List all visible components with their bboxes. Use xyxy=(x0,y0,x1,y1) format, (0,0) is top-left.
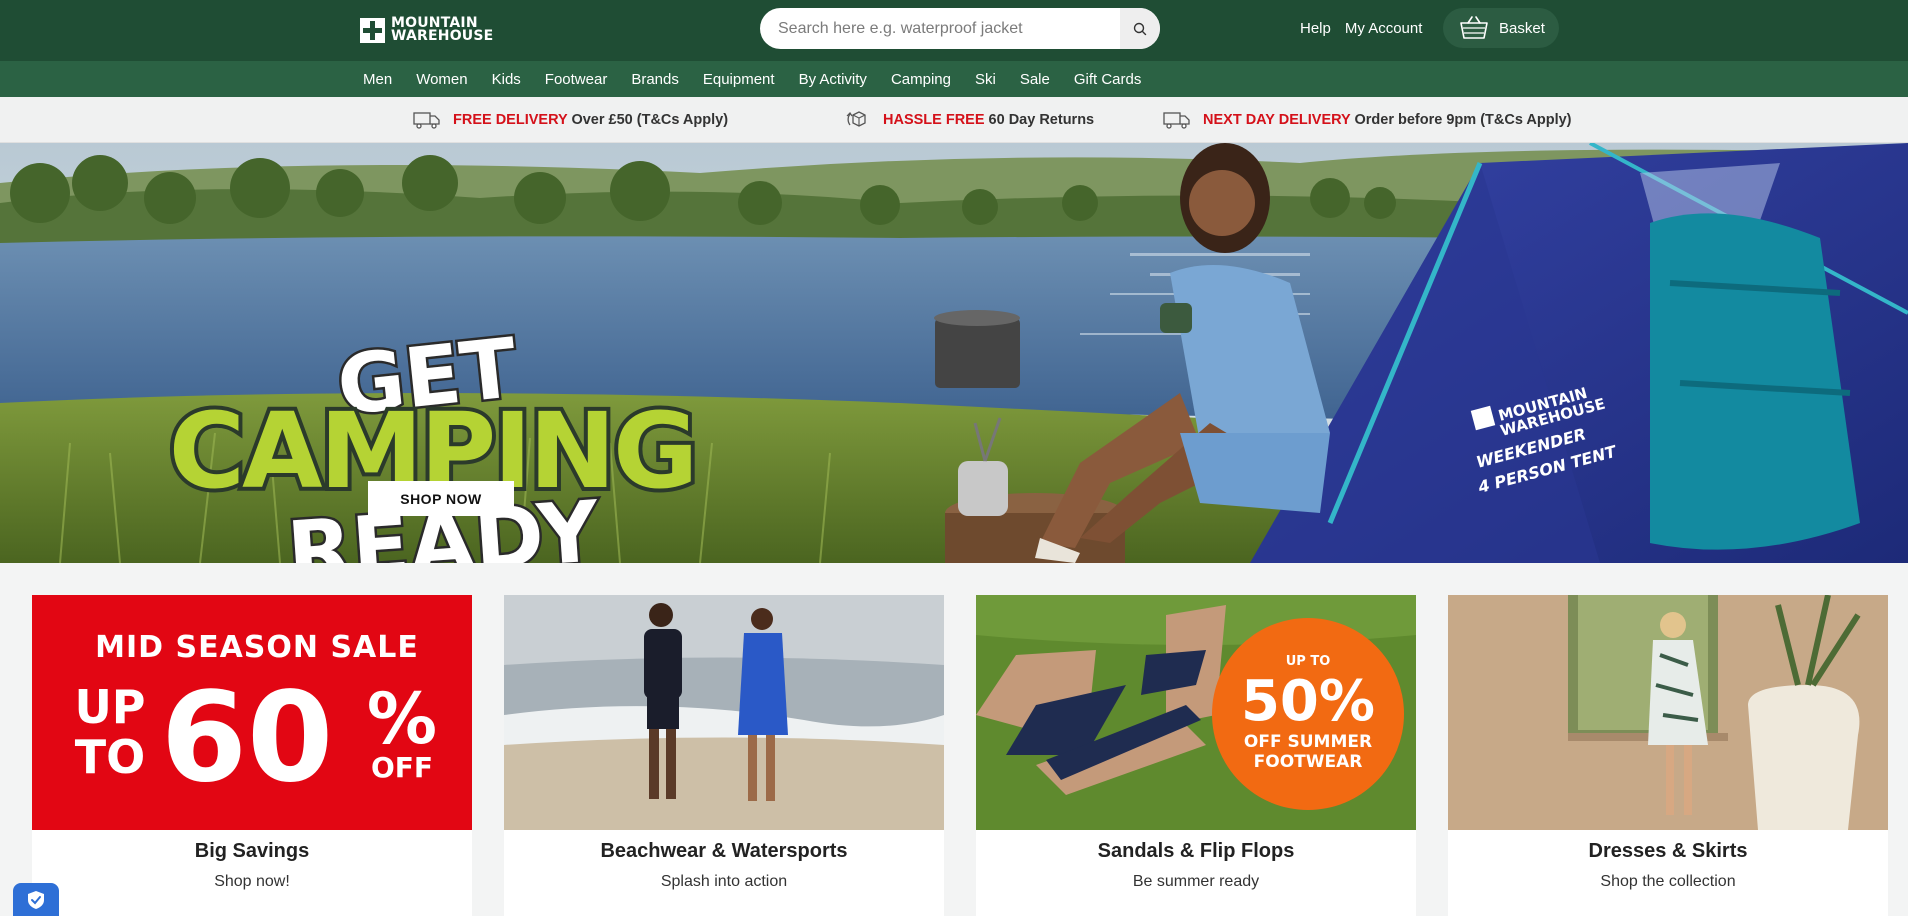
search-button[interactable] xyxy=(1120,8,1160,49)
promo-next-day-text: Order before 9pm (T&Cs Apply) xyxy=(1354,112,1572,128)
card-title: Dresses & Skirts xyxy=(1588,840,1748,862)
search-input[interactable] xyxy=(760,8,1120,49)
sale-percent: % xyxy=(367,678,437,760)
beach-photo xyxy=(504,595,944,830)
category-card-big-savings[interactable]: MID SEASON SALE UP TO 60 % OFF Big Savin… xyxy=(32,595,472,916)
sale-up: UP xyxy=(74,680,145,734)
promo-next-day-highlight: NEXT DAY DELIVERY xyxy=(1203,112,1351,128)
hero-image: MOUNTAIN WAREHOUSE WEEKENDER 4 PERSON TE… xyxy=(0,143,1908,563)
delivery-truck-icon xyxy=(413,112,440,129)
nav-item-by-activity[interactable]: By Activity xyxy=(799,71,867,88)
promo-returns-text: 60 Day Returns xyxy=(988,112,1095,128)
category-card-sandals[interactable]: UP TO 50% OFF SUMMER FOOTWEAR Sandals & … xyxy=(976,595,1416,916)
card-subtitle: Shop the collection xyxy=(1600,873,1736,890)
dresses-photo xyxy=(1448,595,1888,830)
nav-item-men[interactable]: Men xyxy=(363,71,392,88)
nav-item-brands[interactable]: Brands xyxy=(631,71,679,88)
category-card-beachwear[interactable]: Beachwear & Watersports Splash into acti… xyxy=(504,595,944,916)
card-image-big-savings: MID SEASON SALE UP TO 60 % OFF xyxy=(32,595,472,830)
card-subtitle: Shop now! xyxy=(214,873,290,890)
card-title: Big Savings xyxy=(194,840,310,862)
card-subtitle: Be summer ready xyxy=(1132,873,1260,890)
header-links: Help My Account xyxy=(1300,0,1422,56)
nav-item-kids[interactable]: Kids xyxy=(492,71,521,88)
basket-button[interactable]: Basket xyxy=(1443,8,1559,48)
promo-returns[interactable]: HASSLE FREE 60 Day Returns xyxy=(843,97,1094,143)
sale-value: 60 xyxy=(161,666,334,810)
nav-item-women[interactable]: Women xyxy=(416,71,467,88)
badge-upto: UP TO xyxy=(1286,654,1331,669)
nav-item-gift-cards[interactable]: Gift Cards xyxy=(1074,71,1142,88)
sale-off: OFF xyxy=(371,751,433,784)
search-icon xyxy=(1133,22,1147,35)
next-day-truck-icon xyxy=(1163,112,1190,129)
badge-line2: FOOTWEAR xyxy=(1254,752,1363,772)
sale-graphic: MID SEASON SALE UP TO 60 % OFF xyxy=(32,595,472,830)
help-link[interactable]: Help xyxy=(1300,20,1331,37)
hero-banner[interactable]: MOUNTAIN WAREHOUSE WEEKENDER 4 PERSON TE… xyxy=(0,143,1908,563)
nav-item-camping[interactable]: Camping xyxy=(891,71,951,88)
promo-free-delivery[interactable]: FREE DELIVERY Over £50 (T&Cs Apply) xyxy=(413,97,728,143)
promo-delivery-highlight: FREE DELIVERY xyxy=(453,112,568,128)
sandals-photo: UP TO 50% OFF SUMMER FOOTWEAR xyxy=(976,595,1416,830)
main-nav: Men Women Kids Footwear Brands Equipment… xyxy=(0,61,1908,97)
site-logo[interactable]: MOUNTAIN WAREHOUSE xyxy=(360,16,493,44)
nav-item-equipment[interactable]: Equipment xyxy=(703,71,775,88)
nav-item-footwear[interactable]: Footwear xyxy=(545,71,608,88)
nav-item-sale[interactable]: Sale xyxy=(1020,71,1050,88)
search-bar xyxy=(760,8,1160,49)
card-title: Sandals & Flip Flops xyxy=(1097,840,1295,862)
shop-now-button[interactable]: SHOP NOW xyxy=(368,481,514,516)
card-title: Beachwear & Watersports xyxy=(600,840,848,862)
sale-to: TO xyxy=(75,730,145,784)
nav-item-ski[interactable]: Ski xyxy=(975,71,996,88)
shield-check-icon xyxy=(28,890,44,909)
site-header: MOUNTAIN WAREHOUSE Help My Account Baske… xyxy=(0,0,1908,61)
promo-delivery-text: Over £50 (T&Cs Apply) xyxy=(571,112,729,128)
my-account-link[interactable]: My Account xyxy=(1345,20,1423,37)
promo-bar: FREE DELIVERY Over £50 (T&Cs Apply) HASS… xyxy=(0,97,1908,143)
promo-next-day[interactable]: NEXT DAY DELIVERY Order before 9pm (T&Cs… xyxy=(1163,97,1572,143)
card-image-sandals: UP TO 50% OFF SUMMER FOOTWEAR xyxy=(976,595,1416,830)
promo-returns-highlight: HASSLE FREE xyxy=(883,112,985,128)
returns-box-icon xyxy=(846,111,866,127)
category-card-dresses[interactable]: Dresses & Skirts Shop the collection xyxy=(1448,595,1888,916)
badge-value: 50% xyxy=(1241,669,1375,734)
badge-line1: OFF SUMMER xyxy=(1244,732,1372,752)
logo-text: MOUNTAIN WAREHOUSE xyxy=(391,16,494,44)
card-image-beachwear xyxy=(504,595,944,830)
sale-line1: MID SEASON SALE xyxy=(95,630,419,665)
card-image-dresses xyxy=(1448,595,1888,830)
logo-cross-icon xyxy=(360,17,385,43)
basket-label: Basket xyxy=(1499,19,1545,37)
card-subtitle: Splash into action xyxy=(660,873,788,890)
basket-icon xyxy=(1460,16,1488,39)
logo-line-2: WAREHOUSE xyxy=(391,28,494,44)
cookie-consent-button[interactable] xyxy=(13,883,59,916)
